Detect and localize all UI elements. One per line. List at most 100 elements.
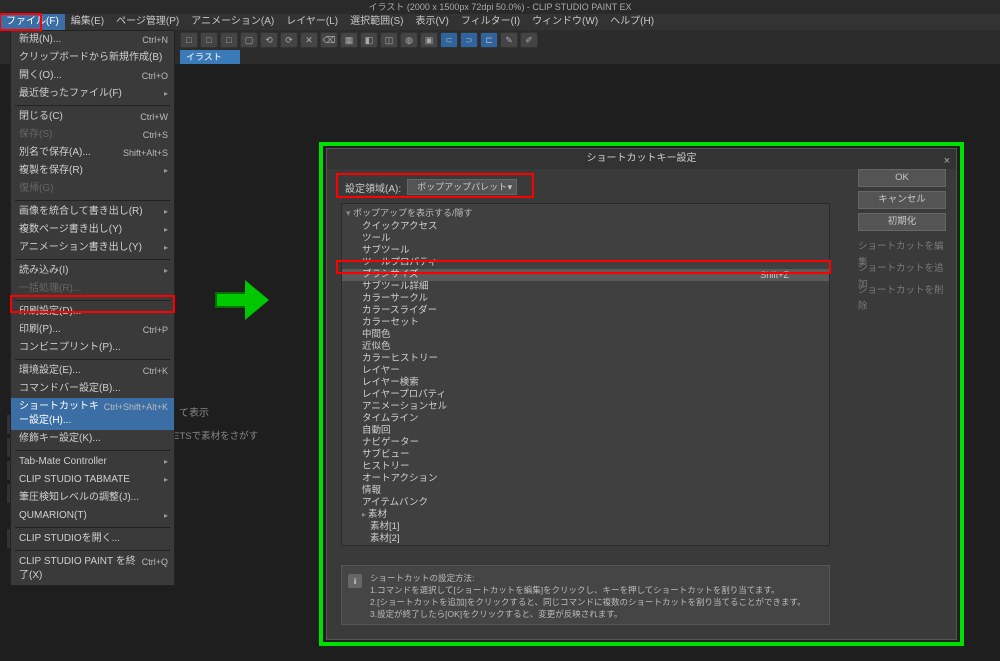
tree-item[interactable]: カラーヒストリー: [342, 353, 829, 365]
toolbar-btn[interactable]: ◫: [380, 32, 398, 48]
tree-item[interactable]: アイテムバンク: [342, 497, 829, 509]
reset-button[interactable]: 初期化: [858, 213, 946, 231]
tree-item[interactable]: 素材[2]: [342, 533, 829, 545]
menu-編集(E)[interactable]: 編集(E): [65, 14, 110, 30]
menu-アニメーション(A)[interactable]: アニメーション(A): [185, 14, 280, 30]
tree-item[interactable]: カラースライダー: [342, 305, 829, 317]
file-menu-item[interactable]: 画像を統合して書き出し(R): [11, 203, 174, 221]
toolbar-btn[interactable]: ⟳: [280, 32, 298, 48]
shortcut-delete-button[interactable]: ショートカットを削除: [858, 283, 946, 299]
menu-フィルター(I)[interactable]: フィルター(I): [455, 14, 526, 30]
tree-item[interactable]: サブビュー: [342, 449, 829, 461]
menu-separator: [15, 259, 170, 260]
tree-item[interactable]: 素材[1]: [342, 521, 829, 533]
tree-item[interactable]: 素材: [342, 509, 829, 521]
toolbar-btn[interactable]: ⌫: [320, 32, 338, 48]
toolbar-btn[interactable]: □: [220, 32, 238, 48]
file-menu-item[interactable]: コマンドバー設定(B)...: [11, 380, 174, 398]
tree-item[interactable]: ナビゲーター: [342, 437, 829, 449]
menu-選択範囲(S)[interactable]: 選択範囲(S): [344, 14, 409, 30]
menu-ファイル(F)[interactable]: ファイル(F): [0, 14, 65, 30]
submenu-arrow-icon: [164, 509, 168, 523]
tree-item[interactable]: オートアクション: [342, 473, 829, 485]
file-menu-item[interactable]: クリップボードから新規作成(B): [11, 49, 174, 67]
tree-item[interactable]: ブラシサイズShift+Z: [342, 269, 829, 281]
file-menu-item[interactable]: 印刷(P)...Ctrl+P: [11, 321, 174, 339]
menu-表示(V)[interactable]: 表示(V): [409, 14, 454, 30]
tree-item[interactable]: サブツール詳細: [342, 281, 829, 293]
toolbar-btn[interactable]: ▣: [420, 32, 438, 48]
file-menu-item[interactable]: 複数ページ書き出し(Y): [11, 221, 174, 239]
tree-item[interactable]: 情報: [342, 485, 829, 497]
file-menu-item[interactable]: アニメーション書き出し(Y): [11, 239, 174, 257]
toolbar-btn[interactable]: □: [200, 32, 218, 48]
file-menu-item[interactable]: 別名で保存(A)...Shift+Alt+S: [11, 144, 174, 162]
file-menu-item[interactable]: 環境設定(E)...Ctrl+K: [11, 362, 174, 380]
tree-item[interactable]: 自動回: [342, 425, 829, 437]
shortcut-edit-button[interactable]: ショートカットを編集: [858, 239, 946, 255]
menu-item-label: 複数ページ書き出し(Y): [19, 223, 122, 237]
menu-item-label: 印刷(P)...: [19, 323, 61, 337]
toolbar-btn[interactable]: ✐: [520, 32, 538, 48]
file-menu-item[interactable]: 印刷設定(D)...: [11, 303, 174, 321]
tree-item-label: サブツール: [362, 245, 410, 257]
tree-item[interactable]: クイックアクセス: [342, 221, 829, 233]
menu-ウィンドウ(W)[interactable]: ウィンドウ(W): [526, 14, 604, 30]
tree-item-label: ヒストリー: [362, 461, 410, 473]
tree-item[interactable]: ヒストリー: [342, 461, 829, 473]
file-menu-item[interactable]: CLIP STUDIO TABMATE: [11, 471, 174, 489]
file-menu-item[interactable]: Tab-Mate Controller: [11, 453, 174, 471]
tree-item[interactable]: 近似色: [342, 341, 829, 353]
shortcut-tree[interactable]: ▾ ポップアップを表示する/隠す クイックアクセスツールサブツールツールプロパテ…: [341, 203, 830, 546]
tree-item[interactable]: アニメーションセル: [342, 401, 829, 413]
toolbar-btn[interactable]: ⟲: [260, 32, 278, 48]
toolbar-btn[interactable]: ▦: [340, 32, 358, 48]
tree-item[interactable]: 中間色: [342, 329, 829, 341]
menu-item-label: QUMARION(T): [19, 509, 87, 523]
file-menu-item[interactable]: 閉じる(C)Ctrl+W: [11, 108, 174, 126]
file-menu-item[interactable]: CLIP STUDIO PAINT を終了(X)Ctrl+Q: [11, 553, 174, 585]
toolbar-btn[interactable]: ⊃: [460, 32, 478, 48]
tree-item[interactable]: カラーサークル: [342, 293, 829, 305]
shortcut-add-button[interactable]: ショートカットを追加: [858, 261, 946, 277]
tree-item[interactable]: レイヤー検索: [342, 377, 829, 389]
file-menu-item[interactable]: 複製を保存(R): [11, 162, 174, 180]
file-menu-item[interactable]: ショートカットキー設定(H)...Ctrl+Shift+Alt+K: [11, 398, 174, 430]
toolbar-btn[interactable]: ◧: [360, 32, 378, 48]
ok-button[interactable]: OK: [858, 169, 946, 187]
toolbar-btn[interactable]: ▢: [240, 32, 258, 48]
tree-item[interactable]: ツール: [342, 233, 829, 245]
toolbar-btn[interactable]: ◍: [400, 32, 418, 48]
file-menu-item[interactable]: コンビニプリント(P)...: [11, 339, 174, 357]
file-menu-item[interactable]: 開く(O)...Ctrl+O: [11, 67, 174, 85]
tree-item[interactable]: ツールプロパティ: [342, 257, 829, 269]
close-icon[interactable]: ×: [944, 151, 950, 171]
cancel-button[interactable]: キャンセル: [858, 191, 946, 209]
toolbar-btn[interactable]: ✎: [500, 32, 518, 48]
file-menu-item[interactable]: 最近使ったファイル(F): [11, 85, 174, 103]
document-tab[interactable]: イラスト: [180, 50, 240, 64]
tree-item[interactable]: レイヤープロパティ: [342, 389, 829, 401]
menu-ページ管理(P)[interactable]: ページ管理(P): [110, 14, 185, 30]
toolbar-btn[interactable]: □: [180, 32, 198, 48]
menu-レイヤー(L)[interactable]: レイヤー(L): [280, 14, 344, 30]
tree-item[interactable]: カラーセット: [342, 317, 829, 329]
file-menu-item[interactable]: 新規(N)...Ctrl+N: [11, 31, 174, 49]
tree-item[interactable]: サブツール: [342, 245, 829, 257]
file-menu-item[interactable]: CLIP STUDIOを開く...: [11, 530, 174, 548]
file-menu-item[interactable]: 修飾キー設定(K)...: [11, 430, 174, 448]
document-tab-label: イラスト: [186, 52, 222, 62]
setting-area-combo[interactable]: ポップアップパレット: [407, 179, 517, 195]
file-menu-item[interactable]: 読み込み(I): [11, 262, 174, 280]
toolbar-btn[interactable]: ✕: [300, 32, 318, 48]
tree-group-header[interactable]: ▾ ポップアップを表示する/隠す: [342, 204, 829, 221]
tree-item-label: カラースライダー: [362, 305, 437, 317]
tree-item[interactable]: タイムライン: [342, 413, 829, 425]
tree-item[interactable]: レイヤー: [342, 365, 829, 377]
file-menu-item[interactable]: 筆圧検知レベルの調整(J)...: [11, 489, 174, 507]
toolbar-btn[interactable]: ⊂: [440, 32, 458, 48]
file-menu-item[interactable]: QUMARION(T): [11, 507, 174, 525]
help-line: 3.設定が終了したら[OK]をクリックすると、変更が反映されます。: [370, 608, 821, 620]
menu-ヘルプ(H)[interactable]: ヘルプ(H): [604, 14, 660, 30]
toolbar-btn[interactable]: ⊏: [480, 32, 498, 48]
